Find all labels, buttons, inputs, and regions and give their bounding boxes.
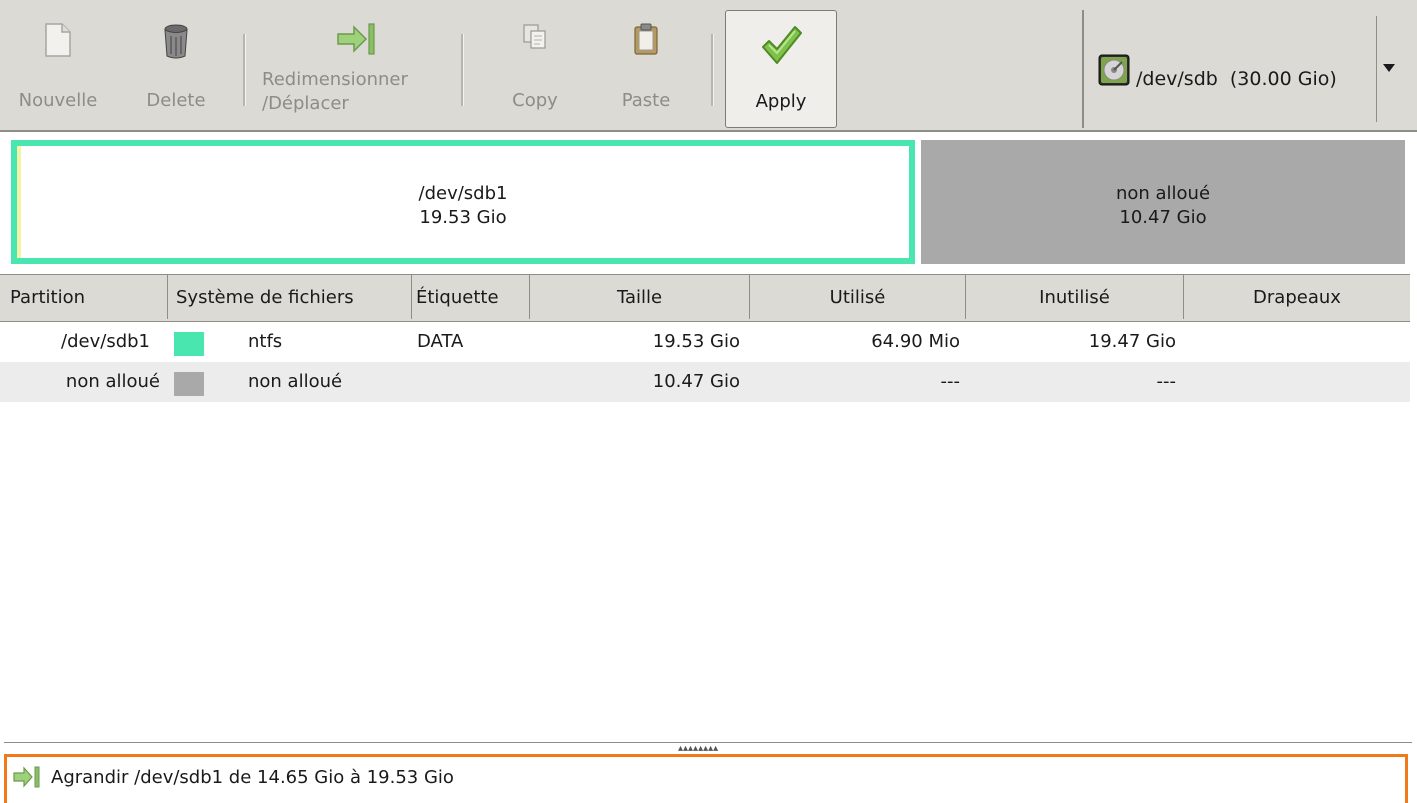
table-row[interactable]: non alloué non alloué 10.47 Gio --- ---: [0, 362, 1410, 402]
filesystem-color-swatch: [174, 372, 204, 396]
cell-unused: 19.47 Gio: [1088, 331, 1176, 352]
toolbar-separator: [1082, 10, 1084, 128]
cell-partition: non alloué: [65, 371, 160, 392]
column-header-partition[interactable]: Partition: [0, 275, 168, 319]
apply-label: Apply: [755, 91, 807, 112]
dropdown-arrow-icon[interactable]: [1383, 64, 1395, 72]
column-header-size[interactable]: Taille: [530, 275, 750, 319]
resize-move-label: Redimensionner /Déplacer: [262, 69, 408, 114]
pending-operations-list: Agrandir /dev/sdb1 de 14.65 Gio à 19.53 …: [4, 754, 1408, 803]
device-selector-label: /dev/sdb (30.00 Gio): [1136, 68, 1337, 90]
clipboard-icon: [632, 22, 660, 61]
paste-label: Paste: [621, 90, 671, 111]
copy-button[interactable]: Copy: [485, 0, 585, 128]
resize-arrow-icon: [336, 22, 378, 61]
toolbar-separator: [243, 34, 246, 106]
column-header-used[interactable]: Utilisé: [750, 275, 966, 319]
partition-map: /dev/sdb1 19.53 Gio non alloué 10.47 Gio: [0, 134, 1417, 268]
column-header-flags[interactable]: Drapeaux: [1184, 275, 1410, 319]
device-selector-separator: [1376, 16, 1377, 122]
partition-block-size: 10.47 Gio: [1119, 207, 1207, 228]
partition-block-text: non alloué 10.47 Gio: [921, 182, 1405, 230]
copy-label: Copy: [512, 90, 558, 111]
new-document-icon: [44, 22, 72, 63]
device-selector[interactable]: /dev/sdb (30.00 Gio): [1090, 10, 1380, 128]
toolbar-separator: [711, 34, 714, 106]
cell-filesystem: non alloué: [248, 371, 343, 392]
apply-button[interactable]: Apply: [725, 10, 837, 128]
copy-icon: [521, 22, 549, 57]
operation-item[interactable]: Agrandir /dev/sdb1 de 14.65 Gio à 19.53 …: [51, 767, 454, 788]
checkmark-icon: [759, 23, 803, 72]
column-header-label[interactable]: Étiquette: [412, 275, 530, 319]
table-row[interactable]: /dev/sdb1 ntfs DATA 19.53 Gio 64.90 Mio …: [0, 322, 1410, 362]
partition-block-size: 19.53 Gio: [419, 207, 507, 228]
cell-label: DATA: [417, 331, 464, 352]
cell-size: 10.47 Gio: [652, 371, 740, 392]
cell-size: 19.53 Gio: [652, 331, 740, 352]
cell-used: ---: [940, 371, 961, 392]
cell-used: 64.90 Mio: [871, 331, 960, 352]
new-partition-button[interactable]: Nouvelle: [8, 0, 108, 128]
cell-filesystem: ntfs: [248, 331, 283, 352]
paste-button[interactable]: Paste: [596, 0, 696, 128]
partition-block-sdb1[interactable]: /dev/sdb1 19.53 Gio: [11, 140, 915, 264]
partition-block-unallocated[interactable]: non alloué 10.47 Gio: [921, 140, 1405, 264]
delete-button[interactable]: Delete: [126, 0, 226, 128]
filesystem-color-swatch: [174, 332, 204, 356]
partition-table-header: Partition Système de fichiers Étiquette …: [0, 274, 1410, 322]
column-header-filesystem[interactable]: Système de fichiers: [168, 275, 412, 319]
delete-label: Delete: [146, 90, 206, 111]
toolbar: Nouvelle Delete Redimensionner /Déplacer: [0, 0, 1417, 132]
resize-arrow-icon: [13, 766, 41, 793]
column-header-unused[interactable]: Inutilisé: [966, 275, 1184, 319]
partition-block-name: non alloué: [1115, 183, 1211, 204]
pane-resize-handle[interactable]: ▴▴▴▴▴▴▴▴: [678, 744, 718, 754]
cell-partition: /dev/sdb1: [61, 331, 150, 352]
hard-disk-icon: [1098, 54, 1130, 91]
toolbar-separator: [461, 34, 464, 106]
cell-unused: ---: [1156, 371, 1177, 392]
partition-block-text: /dev/sdb1 19.53 Gio: [17, 182, 909, 230]
trash-can-icon: [161, 22, 191, 65]
new-partition-label: Nouvelle: [18, 90, 98, 111]
resize-move-button[interactable]: Redimensionner /Déplacer: [262, 0, 452, 128]
partition-block-name: /dev/sdb1: [418, 183, 508, 204]
